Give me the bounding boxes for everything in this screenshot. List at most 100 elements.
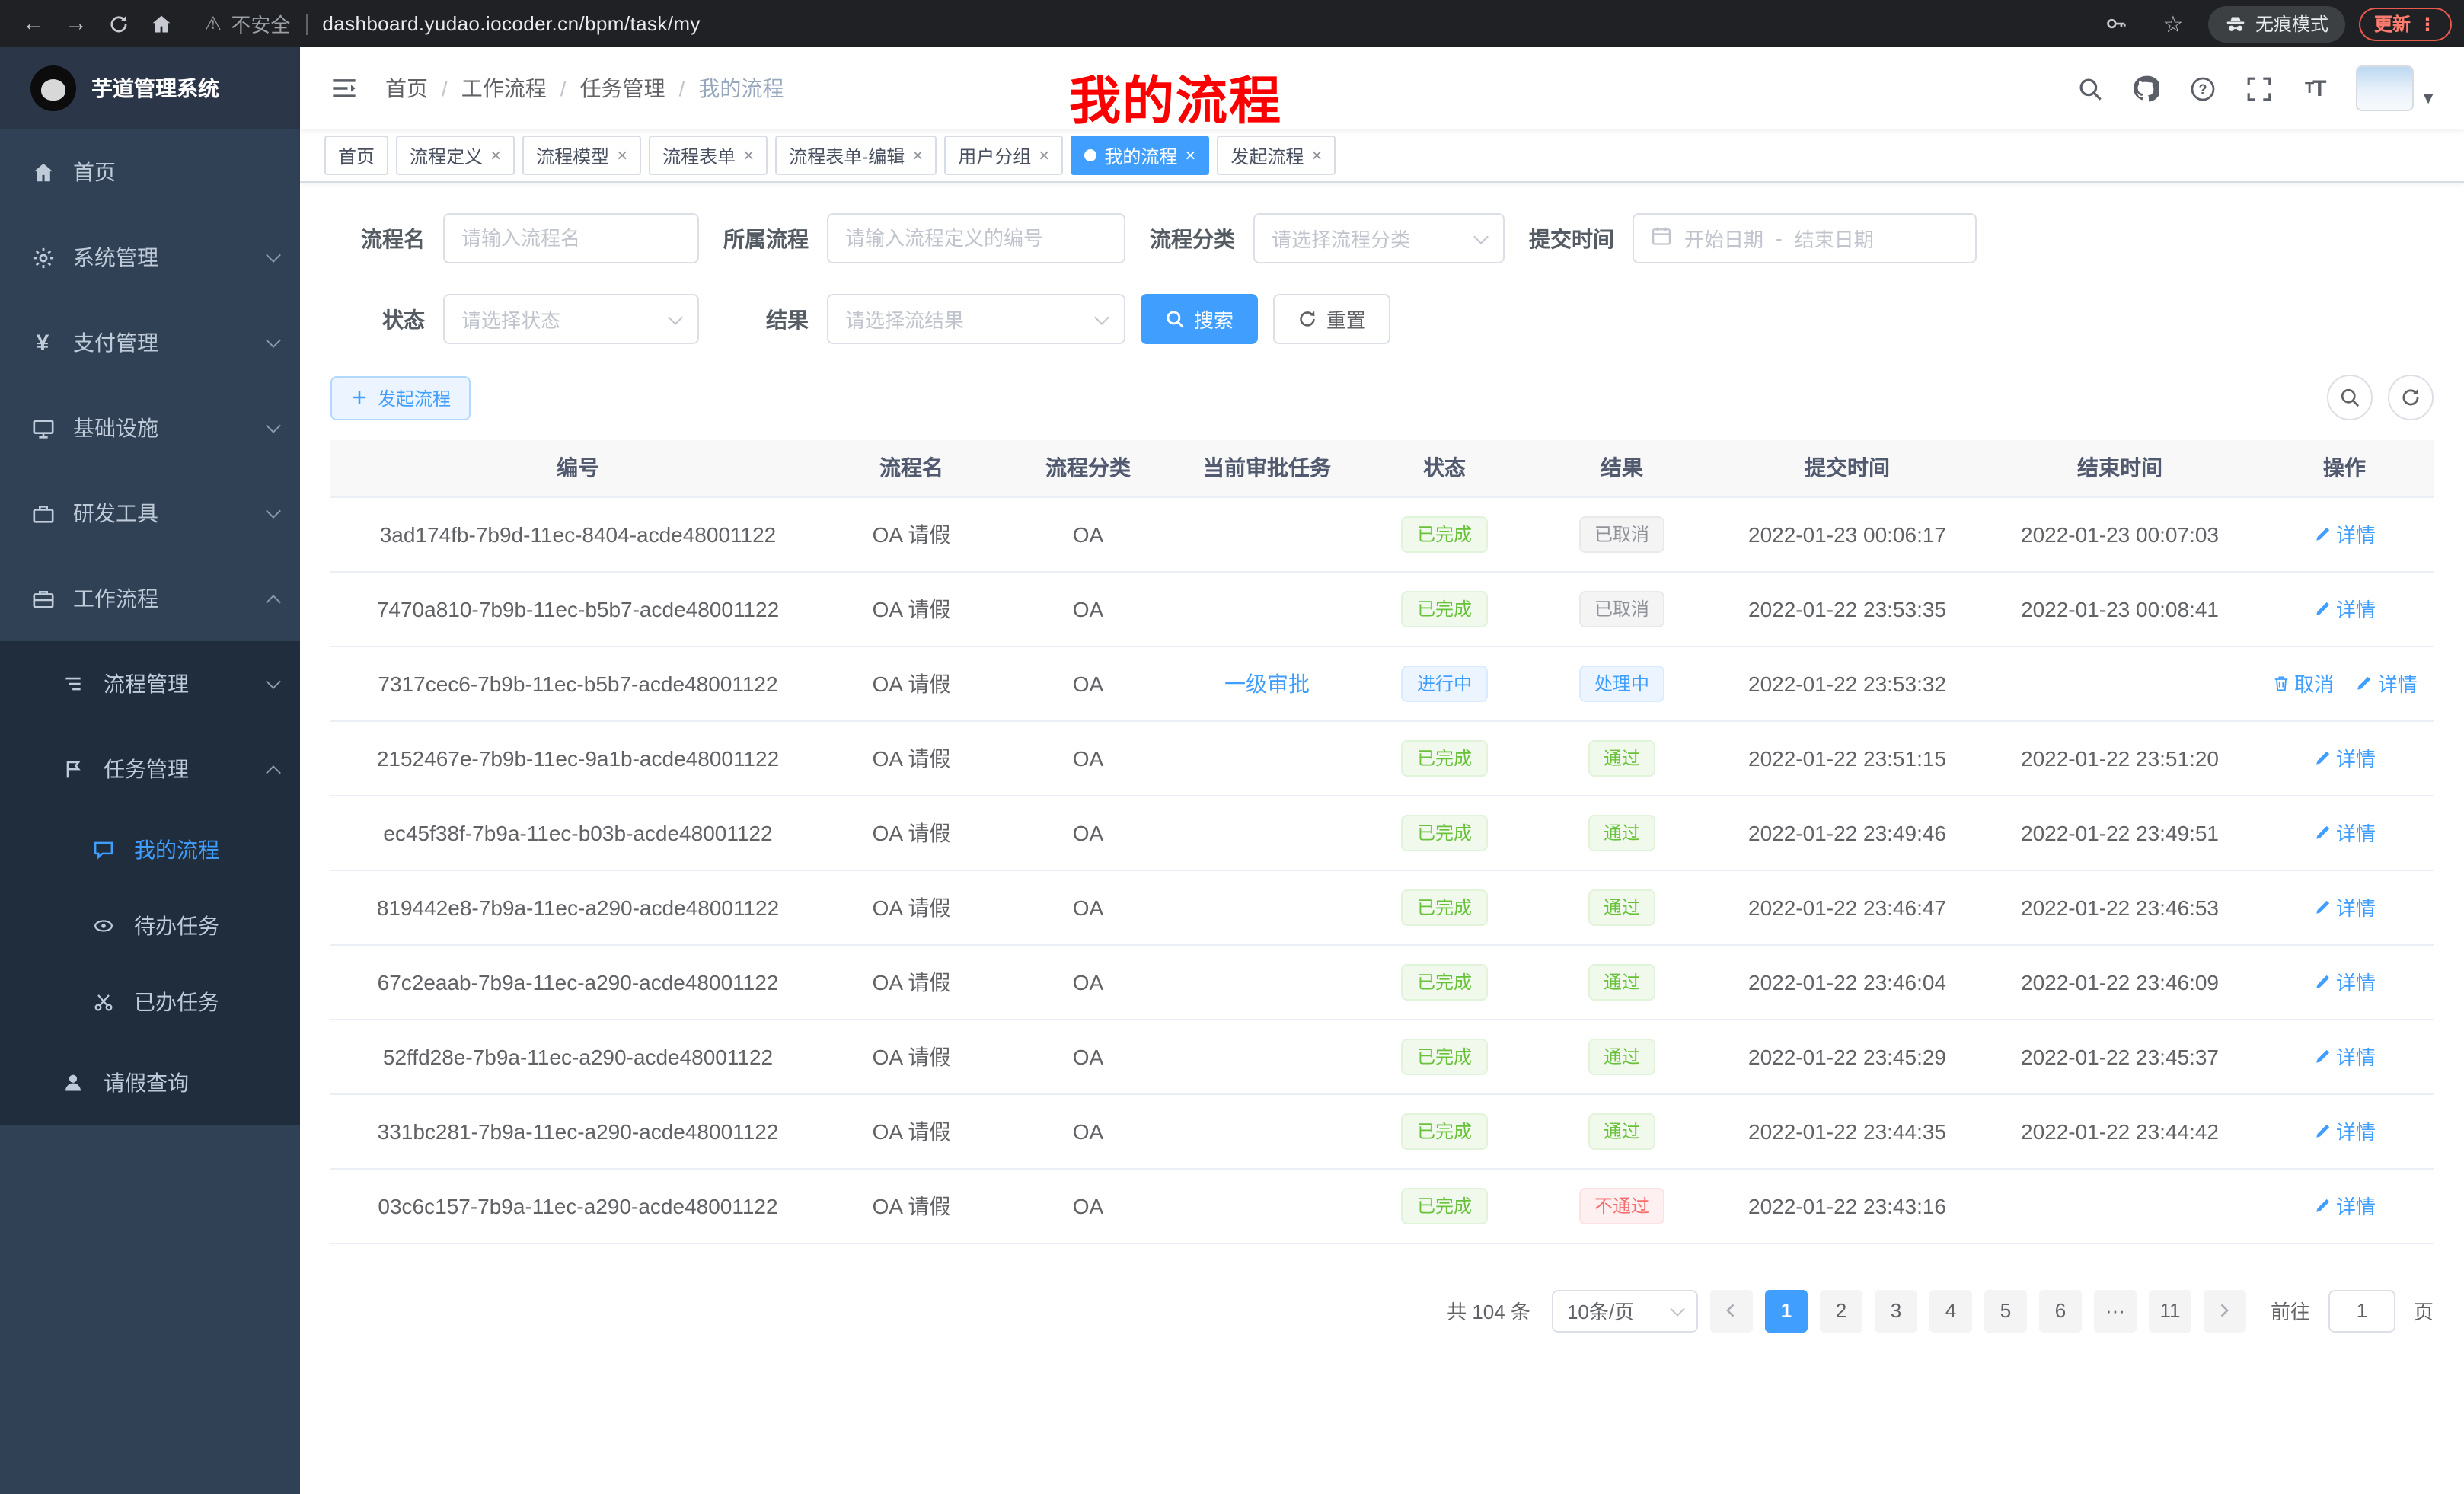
sidebar-item-my-process[interactable]: 我的流程 <box>0 812 300 888</box>
detail-button[interactable]: 详情 <box>2313 892 2376 921</box>
cell-id: 67c2eaab-7b9a-11ec-a290-acde48001122 <box>330 944 825 1019</box>
toggle-search-button[interactable] <box>2327 375 2373 420</box>
process-name-input[interactable] <box>443 213 699 263</box>
back-icon[interactable]: ← <box>12 4 55 43</box>
detail-button[interactable]: 详情 <box>2313 967 2376 996</box>
page-button-2[interactable]: 2 <box>1820 1289 1862 1332</box>
detail-button[interactable]: 详情 <box>2313 818 2376 847</box>
result-tag: 通过 <box>1588 963 1655 1000</box>
detail-button[interactable]: 详情 <box>2313 743 2376 772</box>
sidebar-item-workflow[interactable]: 工作流程 <box>0 556 300 641</box>
detail-button[interactable]: 详情 <box>2313 1042 2376 1071</box>
status-tag: 已完成 <box>1402 590 1487 627</box>
status-tag: 已完成 <box>1402 516 1487 552</box>
page-button-11[interactable]: 11 <box>2149 1289 2191 1332</box>
app-logo[interactable]: 芋道管理系统 <box>0 47 300 129</box>
sidebar-item-done-tasks[interactable]: 已办任务 <box>0 964 300 1040</box>
sidebar-item-leave-query[interactable]: 请假查询 <box>0 1040 300 1125</box>
page-button-1[interactable]: 1 <box>1765 1289 1808 1332</box>
reload-icon[interactable] <box>97 4 140 43</box>
browser-window: ← → ⚠ 不安全 dashboard.yudao.iocoder.cn/bpm… <box>0 0 2464 1494</box>
result-tag: 通过 <box>1588 814 1655 851</box>
help-icon[interactable]: ? <box>2187 73 2217 104</box>
detail-button[interactable]: 详情 <box>2313 1116 2376 1145</box>
create-process-button[interactable]: 发起流程 <box>330 375 471 420</box>
tab-start-process[interactable]: 发起流程× <box>1217 136 1336 175</box>
close-icon[interactable]: × <box>1311 146 1322 164</box>
cell-id: 819442e8-7b9a-11ec-a290-acde48001122 <box>330 870 825 944</box>
tab-process-definition[interactable]: 流程定义× <box>396 136 515 175</box>
font-size-icon[interactable]: TT <box>2300 73 2330 104</box>
process-definition-input[interactable] <box>827 213 1125 263</box>
sidebar-item-process-mgmt[interactable]: 流程管理 <box>0 641 300 726</box>
next-page-button[interactable] <box>2204 1289 2246 1332</box>
refresh-button[interactable] <box>2388 375 2434 420</box>
status-select[interactable]: 请选择状态 <box>443 294 699 344</box>
user-icon <box>61 1071 85 1095</box>
submit-time-range-picker[interactable]: 开始日期 - 结束日期 <box>1633 213 1977 263</box>
detail-button[interactable]: 详情 <box>2313 594 2376 623</box>
detail-button[interactable]: 详情 <box>2313 1191 2376 1220</box>
result-tag: 通过 <box>1588 1113 1655 1149</box>
more-pages-button[interactable]: ··· <box>2094 1289 2137 1332</box>
tab-user-group[interactable]: 用户分组× <box>944 136 1063 175</box>
detail-button[interactable]: 详情 <box>2355 669 2418 698</box>
close-icon[interactable]: × <box>1039 146 1049 164</box>
status-tag: 已完成 <box>1402 889 1487 925</box>
forward-icon[interactable]: → <box>55 4 97 43</box>
chevron-down-icon <box>266 503 281 519</box>
menu-fold-icon[interactable] <box>327 72 361 105</box>
sidebar-item-payment[interactable]: ¥ 支付管理 <box>0 300 300 385</box>
tab-home[interactable]: 首页 <box>324 136 388 175</box>
close-icon[interactable]: × <box>1185 146 1195 164</box>
tab-process-form-edit[interactable]: 流程表单-编辑× <box>775 136 937 175</box>
sidebar-item-home[interactable]: 首页 <box>0 129 300 215</box>
prev-page-button[interactable] <box>1710 1289 1753 1332</box>
bookmark-star-icon[interactable]: ☆ <box>2152 4 2194 43</box>
category-select[interactable]: 请选择流程分类 <box>1253 213 1505 263</box>
cell-id: ec45f38f-7b9a-11ec-b03b-acde48001122 <box>330 795 825 870</box>
security-label[interactable]: 不安全 <box>231 9 290 38</box>
breadcrumb-home[interactable]: 首页 <box>385 73 428 104</box>
sidebar-item-todo-tasks[interactable]: 待办任务 <box>0 888 300 964</box>
search-icon[interactable] <box>2074 73 2105 104</box>
incognito-badge: 无痕模式 <box>2208 5 2345 42</box>
close-icon[interactable]: × <box>490 146 501 164</box>
update-button[interactable]: 更新 ⋮ <box>2359 7 2452 40</box>
search-button[interactable]: 搜索 <box>1141 294 1258 344</box>
workflow-submenu: 流程管理 任务管理 我的流程 待办任务 已办 <box>0 641 300 1125</box>
address-bar[interactable]: dashboard.yudao.iocoder.cn/bpm/task/my <box>322 12 701 35</box>
close-icon[interactable]: × <box>617 146 627 164</box>
status-tag: 已完成 <box>1402 814 1487 851</box>
sidebar-item-task-mgmt[interactable]: 任务管理 <box>0 726 300 812</box>
user-menu[interactable]: ▼ <box>2356 65 2437 111</box>
fullscreen-icon[interactable] <box>2243 73 2274 104</box>
sidebar-item-devtools[interactable]: 研发工具 <box>0 471 300 556</box>
close-icon[interactable]: × <box>743 146 754 164</box>
page-size-select[interactable]: 10条/页 <box>1552 1289 1698 1332</box>
sidebar-item-system[interactable]: 系统管理 <box>0 215 300 300</box>
result-tag: 通过 <box>1588 889 1655 925</box>
tab-process-model[interactable]: 流程模型× <box>522 136 641 175</box>
sidebar-item-infra[interactable]: 基础设施 <box>0 385 300 471</box>
result-select[interactable]: 请选择流结果 <box>827 294 1125 344</box>
reset-button[interactable]: 重置 <box>1273 294 1390 344</box>
breadcrumb-task-mgmt[interactable]: 任务管理 <box>580 73 665 104</box>
key-icon[interactable] <box>2095 4 2138 43</box>
page-button-4[interactable]: 4 <box>1929 1289 1972 1332</box>
cancel-button[interactable]: 取消 <box>2271 669 2334 698</box>
breadcrumb-workflow[interactable]: 工作流程 <box>461 73 547 104</box>
goto-page-input[interactable] <box>2328 1289 2395 1332</box>
close-icon[interactable]: × <box>912 146 923 164</box>
yen-icon: ¥ <box>30 330 55 355</box>
page-button-6[interactable]: 6 <box>2039 1289 2082 1332</box>
tab-my-process[interactable]: 我的流程× <box>1071 136 1209 175</box>
page-button-5[interactable]: 5 <box>1984 1289 2027 1332</box>
status-tag: 已完成 <box>1402 1038 1487 1074</box>
home-icon[interactable] <box>140 4 183 43</box>
detail-button[interactable]: 详情 <box>2313 519 2376 548</box>
current-task-link[interactable]: 一级审批 <box>1224 668 1310 698</box>
page-button-3[interactable]: 3 <box>1875 1289 1917 1332</box>
tab-process-form[interactable]: 流程表单× <box>649 136 768 175</box>
github-icon[interactable] <box>2130 73 2161 104</box>
